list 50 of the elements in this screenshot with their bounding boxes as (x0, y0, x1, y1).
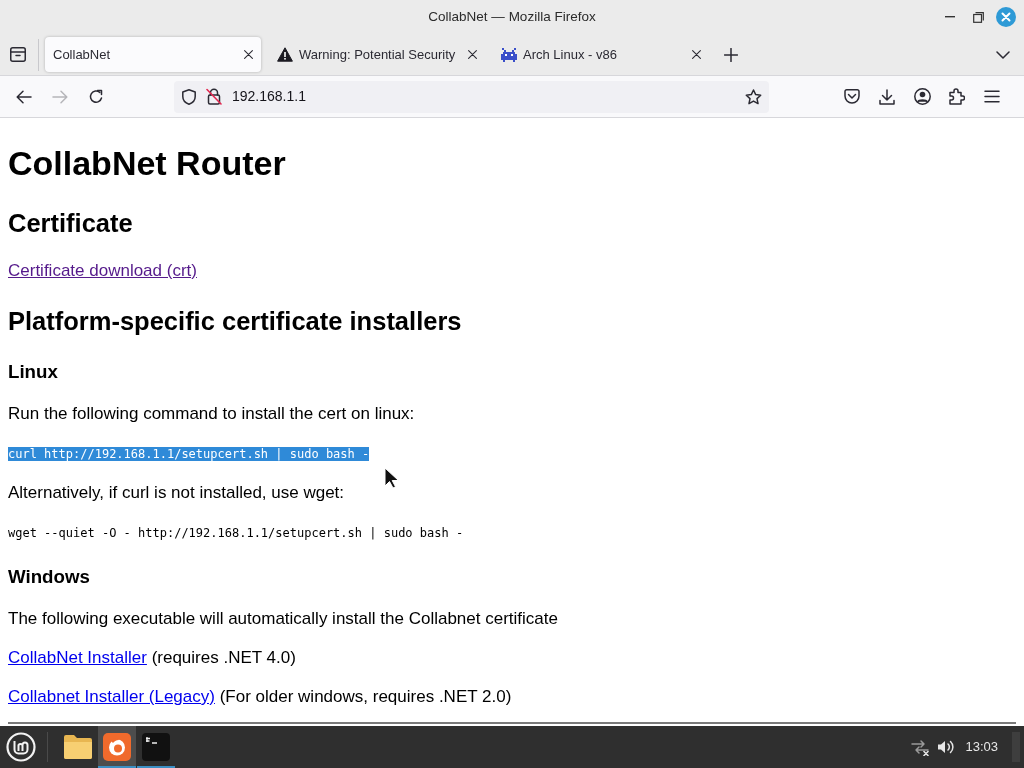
account-icon[interactable] (913, 88, 931, 105)
chevron-badge-icon[interactable] (844, 89, 860, 104)
section-heading: Platform-specific certificate installers (8, 307, 462, 336)
star-icon[interactable] (745, 88, 762, 105)
subsection-heading: Windows (8, 565, 90, 588)
plus-icon[interactable] (724, 47, 738, 62)
address-bar[interactable]: 192.168.1.1 (174, 80, 769, 113)
link-note: (requires .NET 4.0) (151, 648, 296, 667)
terminal-icon (142, 733, 170, 761)
folder-icon (63, 734, 93, 760)
menu-icon[interactable] (984, 90, 1000, 103)
link-note: (For older windows, requires .NET 2.0) (219, 687, 512, 706)
volume-icon[interactable] (937, 739, 956, 755)
start-menu-icon[interactable] (6, 732, 36, 762)
minimize-icon[interactable] (945, 16, 955, 18)
crossed-lock-icon[interactable] (206, 88, 222, 105)
subsection-heading: Linux (8, 360, 58, 383)
text-link[interactable]: Certificate download (crt) (8, 261, 197, 280)
close-icon[interactable] (692, 50, 701, 59)
close-icon[interactable] (244, 50, 253, 59)
clock[interactable]: 13:03 (965, 737, 998, 757)
archive-box-icon[interactable] (10, 47, 26, 62)
pixel-creature-icon (501, 46, 517, 63)
command-text: wget --quiet -O - http://192.168.1.1/setupcert.sh | sudo bash - (8, 526, 464, 540)
url-text: 192.168.1.1 (232, 87, 307, 106)
command-text: curl http://192.168.1.1/setupcert.sh | sudo bash - (8, 447, 370, 461)
shield-icon[interactable] (182, 88, 196, 105)
page-title: CollabNet Router (8, 144, 286, 182)
back-arrow-icon[interactable] (16, 89, 32, 104)
browser-app-icon (103, 733, 131, 761)
text-link[interactable]: Collabnet Installer (Legacy) (8, 687, 215, 706)
taskbar-app-button[interactable] (98, 726, 136, 768)
download-icon[interactable] (879, 88, 895, 105)
warning-icon (277, 47, 293, 62)
window-title: CollabNet — Mozilla Firefox (428, 7, 596, 26)
section-heading: Certificate (8, 209, 133, 238)
paragraph: Run the following command to install the cert on linux: (8, 404, 415, 423)
browser-tab[interactable]: Arch Linux - v86 (493, 37, 709, 72)
chevron-down-icon[interactable] (996, 50, 1010, 59)
puzzle-icon[interactable] (949, 88, 965, 105)
browser-tab[interactable]: CollabNet (45, 37, 261, 72)
mouse-pointer-icon (384, 467, 400, 489)
network-icon[interactable] (911, 738, 930, 756)
reload-icon[interactable] (88, 88, 104, 105)
paragraph: Alternatively, if curl is not installed, use wget: (8, 483, 345, 502)
maximize-icon[interactable] (972, 11, 984, 23)
browser-tab[interactable]: Warning: Potential Security (269, 37, 485, 72)
text-link[interactable]: CollabNet Installer (8, 648, 147, 667)
close-icon[interactable] (468, 50, 477, 59)
paragraph: The following executable will automatically install the Collabnet certificate (8, 609, 558, 628)
